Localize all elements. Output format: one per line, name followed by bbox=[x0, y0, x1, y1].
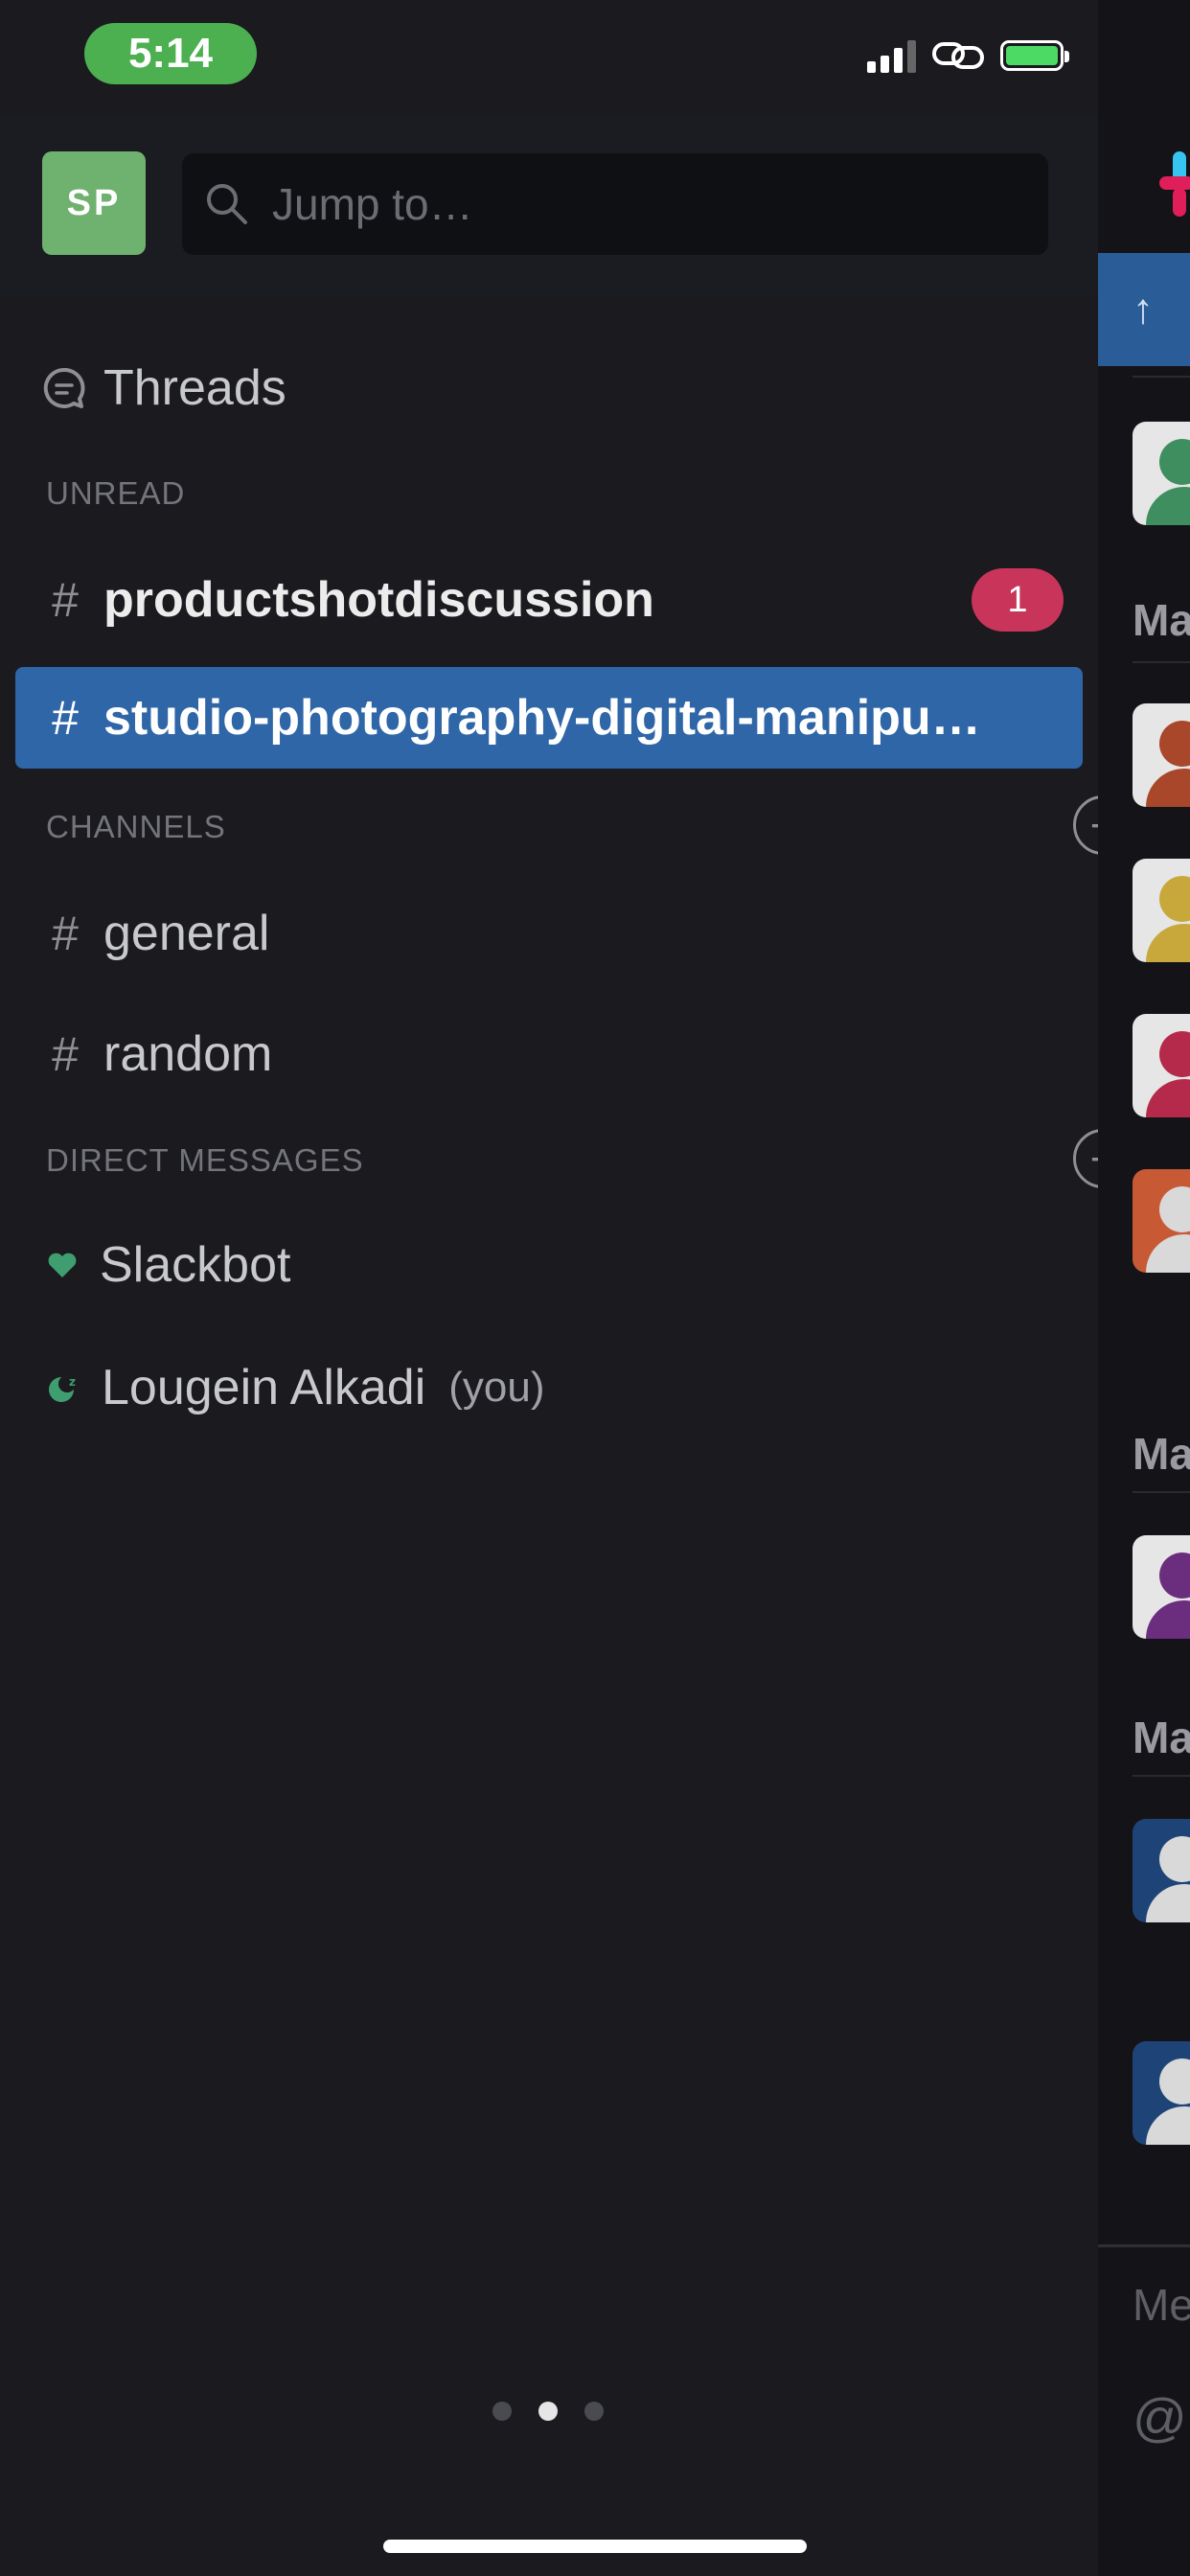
avatar bbox=[1133, 859, 1190, 962]
battery-icon bbox=[1000, 40, 1069, 71]
channel-name: general bbox=[103, 906, 270, 961]
dm-you-suffix: (you) bbox=[448, 1364, 545, 1411]
channel-item-random[interactable]: # random bbox=[0, 1014, 1098, 1094]
status-bar: 5:14 bbox=[0, 0, 1098, 115]
search-icon bbox=[207, 184, 247, 224]
threads-label: Threads bbox=[103, 360, 286, 416]
jump-to-recent-banner[interactable]: ↑ bbox=[1098, 253, 1190, 366]
channels-header: CHANNELS bbox=[46, 809, 226, 844]
workspace-avatar[interactable]: SP bbox=[42, 151, 146, 255]
avatar bbox=[1133, 1535, 1190, 1639]
channel-hash-icon: # bbox=[52, 907, 79, 960]
channel-name: studio-photography-digital-manipu… bbox=[103, 690, 981, 746]
channel-hash-icon: # bbox=[52, 1027, 79, 1081]
mention-icon[interactable]: @ bbox=[1133, 2386, 1187, 2449]
channel-hash-icon: # bbox=[52, 691, 79, 745]
direct-messages-header: DIRECT MESSAGES bbox=[46, 1142, 364, 1178]
page-dot-active bbox=[538, 2402, 558, 2421]
page-indicator bbox=[492, 2402, 604, 2421]
avatar bbox=[1133, 703, 1190, 807]
avatar bbox=[1133, 1169, 1190, 1273]
channel-name: productshotdiscussion bbox=[103, 572, 654, 628]
jump-to-bar[interactable] bbox=[182, 153, 1048, 255]
threads-icon bbox=[43, 367, 85, 408]
link-icon bbox=[932, 42, 984, 69]
page-dot bbox=[584, 2402, 604, 2421]
away-moon-icon: z bbox=[49, 1375, 76, 1402]
arrow-up-icon: ↑ bbox=[1133, 286, 1154, 333]
avatar bbox=[1133, 1819, 1190, 1922]
channel-item-studio-photography[interactable]: # studio-photography-digital-manipu… bbox=[15, 667, 1083, 769]
channel-hash-icon: # bbox=[52, 573, 79, 627]
page-dot bbox=[492, 2402, 512, 2421]
avatar bbox=[1133, 2041, 1190, 2145]
dm-name: Slackbot bbox=[100, 1237, 291, 1293]
day-divider-label: Ma bbox=[1133, 595, 1190, 645]
status-time: 5:14 bbox=[84, 23, 257, 84]
slack-logo-icon bbox=[1159, 151, 1190, 217]
heart-icon bbox=[48, 1253, 77, 1277]
jump-to-input[interactable] bbox=[270, 177, 1021, 231]
channel-item-general[interactable]: # general bbox=[0, 893, 1098, 974]
cellular-signal-icon bbox=[867, 38, 916, 73]
unread-badge: 1 bbox=[972, 568, 1064, 632]
dm-item-self[interactable]: z Lougein Alkadi (you) bbox=[0, 1347, 1098, 1428]
sidebar-header: SP bbox=[0, 115, 1098, 297]
message-input-placeholder[interactable]: Me bbox=[1133, 2279, 1190, 2331]
home-indicator[interactable] bbox=[383, 2540, 807, 2553]
channel-peek-panel[interactable]: ↑ Ma Ma Ma Me @ bbox=[1098, 0, 1190, 2576]
channel-item-productshotdiscussion[interactable]: # productshotdiscussion 1 bbox=[0, 560, 1098, 640]
dm-item-slackbot[interactable]: Slackbot bbox=[0, 1225, 1098, 1305]
avatar bbox=[1133, 1014, 1190, 1117]
channel-name: random bbox=[103, 1026, 273, 1082]
threads-item[interactable]: Threads bbox=[0, 350, 1098, 426]
dm-name: Lougein Alkadi bbox=[102, 1360, 426, 1415]
unread-header: UNREAD bbox=[46, 475, 186, 511]
svg-text:z: z bbox=[69, 1375, 76, 1389]
day-divider-label: Ma bbox=[1133, 1429, 1190, 1479]
day-divider-label: Ma bbox=[1133, 1713, 1190, 1762]
avatar bbox=[1133, 422, 1190, 525]
